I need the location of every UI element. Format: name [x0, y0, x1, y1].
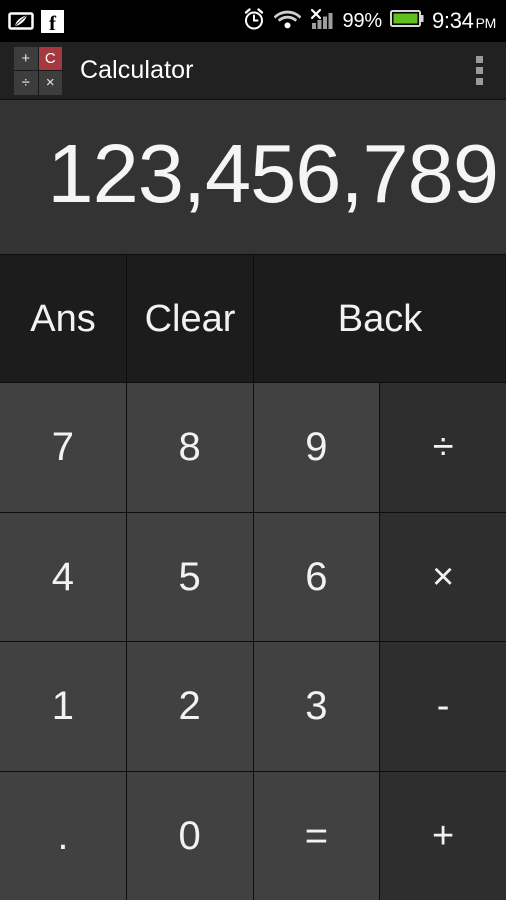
calculator-keypad: Ans Clear Back 7 8 9 ÷ 4 5 6 × 1 2 3 - .… [0, 255, 506, 900]
keypad-row-789: 7 8 9 ÷ [0, 382, 506, 512]
key-equals[interactable]: = [252, 771, 380, 900]
app-icon-plus: + [14, 46, 38, 70]
app-icon-multiply: × [38, 71, 62, 95]
key-4[interactable]: 4 [0, 512, 126, 641]
key-6[interactable]: 6 [252, 512, 380, 641]
evernote-notification-icon [8, 8, 34, 34]
overflow-dot-2 [475, 67, 483, 74]
cell-signal-no-service-icon [309, 8, 335, 35]
key-0[interactable]: 0 [125, 771, 253, 900]
calculator-display[interactable]: 123,456,789 [0, 100, 506, 255]
back-key[interactable]: Back [253, 255, 506, 382]
key-2[interactable]: 2 [125, 642, 253, 771]
ans-key[interactable]: Ans [0, 255, 126, 382]
alarm-clock-icon [242, 7, 266, 36]
key-5[interactable]: 5 [125, 512, 253, 641]
app-icon-divide: ÷ [14, 71, 38, 95]
key-1[interactable]: 1 [0, 642, 126, 771]
overflow-dot-3 [475, 78, 483, 85]
key-9[interactable]: 9 [252, 383, 380, 512]
keypad-row-123: 1 2 3 - [0, 641, 506, 771]
key-7[interactable]: 7 [0, 383, 126, 512]
key-multiply[interactable]: × [379, 512, 506, 641]
key-decimal[interactable]: . [0, 771, 126, 900]
key-8[interactable]: 8 [125, 383, 253, 512]
status-bar: f 99% 9:34 PM [0, 0, 506, 42]
clear-key[interactable]: Clear [126, 255, 253, 382]
overflow-menu-icon[interactable] [466, 49, 492, 93]
battery-full-icon [389, 9, 424, 33]
calculator-app-screen: f 99% 9:34 PM + C ÷ × Calculator 123,456… [0, 0, 506, 900]
key-divide[interactable]: ÷ [379, 383, 506, 512]
key-minus[interactable]: - [379, 642, 506, 771]
wifi-icon [273, 8, 301, 34]
clock-time: 9:34 [431, 8, 474, 33]
facebook-notification-icon: f [41, 9, 64, 33]
status-bar-clock: 9:34 PM [432, 8, 496, 34]
page-title: Calculator [80, 56, 194, 84]
calculator-app-icon: + C ÷ × [14, 46, 62, 95]
keypad-row-456: 4 5 6 × [0, 511, 506, 641]
overflow-dot-1 [475, 56, 483, 63]
key-3[interactable]: 3 [252, 642, 380, 771]
status-bar-notifications: f [8, 8, 64, 34]
clock-ampm: PM [475, 15, 497, 31]
status-bar-indicators: 99% 9:34 PM [242, 7, 496, 36]
keypad-row-bottom: . 0 = + [0, 770, 506, 900]
display-value: 123,456,789 [47, 126, 499, 220]
action-bar: + C ÷ × Calculator [0, 42, 506, 100]
key-plus[interactable]: + [379, 771, 506, 900]
app-icon-clear: C [38, 46, 62, 70]
keypad-function-row: Ans Clear Back [0, 255, 506, 382]
battery-percent-label: 99% [342, 9, 383, 32]
